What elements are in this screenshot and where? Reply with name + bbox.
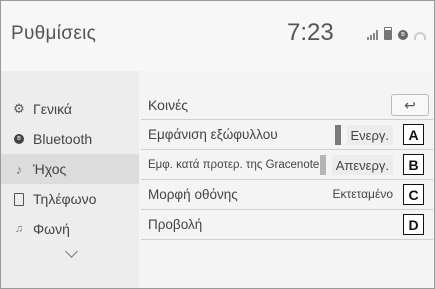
bluetooth-icon: ʙ xyxy=(398,30,408,40)
battery-icon xyxy=(384,27,392,40)
signal-icon xyxy=(367,30,378,40)
chevron-down-icon[interactable] xyxy=(65,245,78,258)
sidebar-item-label: Bluetooth xyxy=(33,131,93,147)
section-header-row: Κοινές ↩ xyxy=(141,90,433,120)
sidebar-item-label: Φωνή xyxy=(33,221,70,237)
toggle-cover-art[interactable]: Ενεργ. xyxy=(334,124,393,146)
setting-label: Εμφ. κατά προτερ. της Gracenote xyxy=(148,158,320,171)
sidebar-item-label: Ήχος xyxy=(33,161,67,177)
sidebar-item-general[interactable]: ⚙ Γενικά xyxy=(1,94,139,124)
sidebar-item-phone[interactable]: Τηλέφωνο xyxy=(1,184,139,214)
callout-label: D xyxy=(403,214,424,235)
main-panel: Κοινές ↩ Εμφάνιση εξώφυλλου Ενεργ. A Εμφ… xyxy=(141,90,433,288)
music-note-icon: ♪ xyxy=(15,161,23,177)
setting-label: Εμφάνιση εξώφυλλου xyxy=(148,127,278,142)
header-bar: Ρυθμίσεις 7:23 ʙ xyxy=(1,1,434,71)
settings-screen: Ρυθμίσεις 7:23 ʙ ⚙ Γενικά ʙ Bluetooth ♪ … xyxy=(0,0,435,289)
setting-label: Προβολή xyxy=(148,217,203,232)
callout-label: C xyxy=(403,184,424,205)
toggle-indicator xyxy=(319,155,326,175)
setting-row-screen-format[interactable]: Μορφή οθόνης Εκτεταμένο C xyxy=(141,180,433,210)
sidebar-item-sound[interactable]: ♪ Ήχος xyxy=(1,154,139,184)
callout-label: A xyxy=(403,124,424,145)
wifi-icon xyxy=(414,32,426,40)
phone-icon xyxy=(9,192,29,206)
toggle-gracenote[interactable]: Απενεργ. xyxy=(319,154,393,176)
back-arrow-icon: ↩ xyxy=(404,96,416,113)
gear-icon: ⚙ xyxy=(13,101,25,116)
toggle-indicator xyxy=(334,125,341,145)
sidebar-item-bluetooth[interactable]: ʙ Bluetooth xyxy=(1,124,139,154)
page-title: Ρυθμίσεις xyxy=(11,23,97,44)
sidebar-item-label: Τηλέφωνο xyxy=(33,191,97,207)
setting-label: Μορφή οθόνης xyxy=(148,187,238,202)
status-icons: ʙ xyxy=(367,27,426,40)
clock: 7:23 xyxy=(287,19,334,46)
back-button[interactable]: ↩ xyxy=(391,94,429,116)
voice-icon: ♫ xyxy=(14,223,24,235)
setting-row-display[interactable]: Προβολή D xyxy=(141,210,433,240)
toggle-value: Απενεργ. xyxy=(331,155,393,175)
bluetooth-icon: ʙ xyxy=(9,134,29,144)
sidebar-item-label: Γενικά xyxy=(33,101,72,117)
section-title: Κοινές xyxy=(148,96,189,113)
callout-label: B xyxy=(403,154,424,175)
sidebar-item-voice[interactable]: ♫ Φωνή xyxy=(1,214,139,244)
setting-row-cover-art[interactable]: Εμφάνιση εξώφυλλου Ενεργ. A xyxy=(141,120,433,150)
sidebar: ⚙ Γενικά ʙ Bluetooth ♪ Ήχος Τηλέφωνο ♫ Φ… xyxy=(1,71,139,288)
screen-format-value: Εκτεταμένο xyxy=(332,187,393,201)
setting-row-gracenote[interactable]: Εμφ. κατά προτερ. της Gracenote Απενεργ.… xyxy=(141,150,433,180)
toggle-value: Ενεργ. xyxy=(346,125,393,145)
